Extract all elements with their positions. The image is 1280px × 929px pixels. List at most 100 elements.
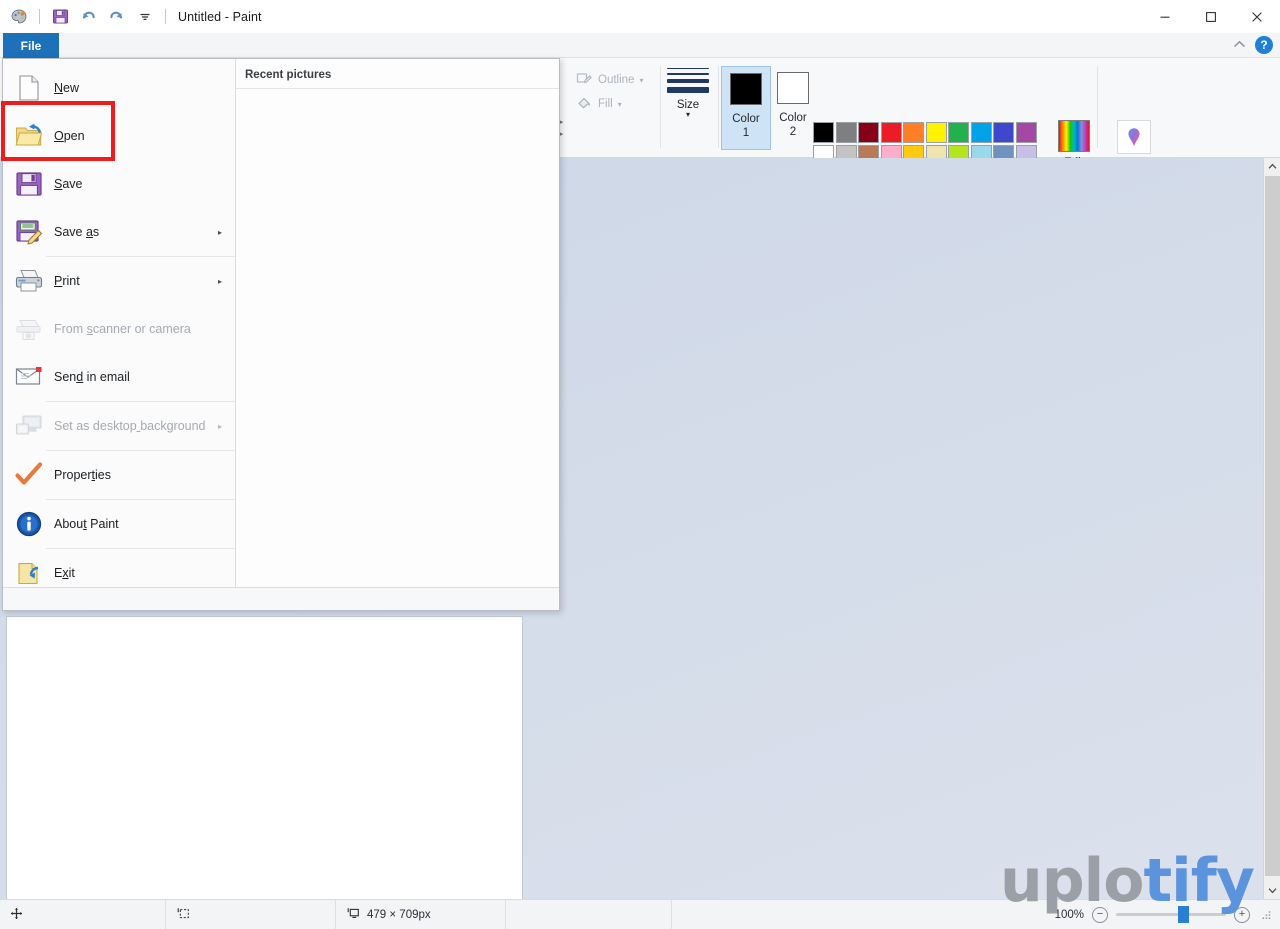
edit-colors-icon (1058, 120, 1090, 152)
menu-item-about-paint[interactable]: About Paint (3, 500, 235, 548)
color-2-button[interactable]: Color 2 (768, 66, 818, 150)
palette-row-1 (813, 122, 1038, 145)
menu-item-set-desktop-background: Set as desktop background ▸ (3, 402, 235, 450)
window-title: Untitled - Paint (178, 9, 262, 24)
palette-swatch-1-9[interactable] (993, 122, 1014, 143)
menu-item-label-open: Open (54, 129, 85, 143)
zoom-in-button[interactable]: + (1234, 906, 1250, 923)
menu-item-label-send-in-email: Send in email (54, 370, 130, 384)
outline-button[interactable]: Outline ▾ (576, 68, 656, 92)
ribbon-right-controls: ? (1233, 36, 1273, 54)
palette-swatch-1-2[interactable] (835, 122, 857, 143)
zoom-slider-track[interactable] (1116, 906, 1226, 923)
save-icon[interactable] (50, 6, 71, 27)
vertical-scrollbar[interactable] (1263, 158, 1280, 899)
collapse-ribbon-icon[interactable] (1233, 36, 1246, 54)
zoom-percent-label: 100% (1054, 908, 1084, 921)
menu-item-save[interactable]: Save (3, 160, 235, 208)
resize-grip-icon[interactable] (1260, 909, 1272, 921)
status-bar: 479 × 709px 100% − + (0, 899, 1280, 929)
submenu-arrow-icon: ▸ (217, 421, 222, 431)
scroll-down-icon[interactable] (1264, 882, 1280, 899)
title-divider (165, 9, 166, 24)
palette-swatch-1-5[interactable] (903, 122, 924, 143)
menu-item-print[interactable]: Print ▸ (3, 257, 235, 305)
paint-palette-icon[interactable] (8, 6, 29, 27)
save-as-icon (12, 215, 46, 249)
qat-divider (39, 9, 40, 24)
menu-item-open[interactable]: Open (3, 112, 235, 160)
menu-item-label-from-scanner: From scanner or camera (54, 322, 191, 336)
menu-item-send-in-email[interactable]: Send in email (3, 353, 235, 401)
new-document-icon (12, 71, 46, 105)
undo-icon[interactable] (78, 6, 99, 27)
menu-item-label-exit: Exit (54, 566, 75, 580)
help-icon[interactable]: ? (1255, 36, 1273, 54)
palette-swatch-1-8[interactable] (970, 122, 992, 143)
recent-pictures-panel: Recent pictures (236, 59, 559, 587)
menu-item-exit[interactable]: Exit (3, 549, 235, 597)
menu-item-new[interactable]: New (3, 64, 235, 112)
fill-button[interactable]: Fill ▾ (576, 92, 656, 116)
file-menu-body: New Open Save Save as ▸ Print ▸ From scanner or… (3, 59, 559, 587)
quick-access-toolbar (0, 6, 169, 27)
ribbon-tab-strip: File (0, 33, 1280, 58)
color-1-button[interactable]: Color 1 (721, 66, 771, 150)
scrollbar-thumb[interactable] (1265, 176, 1280, 876)
submenu-arrow-icon: ▸ (217, 227, 222, 237)
checkmark-icon (12, 458, 46, 492)
redo-icon[interactable] (106, 6, 127, 27)
floppy-disk-icon (12, 167, 46, 201)
status-spacer-cell (506, 899, 672, 929)
customize-qat-icon[interactable] (134, 6, 155, 27)
color-1-index: 1 (742, 127, 750, 139)
file-menu-list: New Open Save Save as ▸ Print ▸ From scanner or… (3, 59, 236, 587)
color-2-index: 2 (789, 126, 797, 138)
canvas-size-value: 479 × 709px (367, 908, 431, 921)
menu-item-label-print: Print (54, 274, 80, 288)
palette-swatch-1-4[interactable] (880, 122, 902, 143)
menu-item-label-save-as: Save as (54, 225, 100, 239)
submenu-arrow-icon: ▸ (217, 276, 222, 286)
drawing-canvas[interactable] (6, 616, 523, 929)
size-button[interactable]: Size ▾ (660, 64, 716, 119)
fill-icon (576, 94, 593, 114)
size-caret-icon[interactable]: ▾ (660, 111, 716, 119)
scanner-icon (12, 312, 46, 346)
menu-item-properties[interactable]: Properties (3, 451, 235, 499)
palette-swatch-1-7[interactable] (948, 122, 969, 143)
canvas-size-icon (346, 907, 360, 923)
open-folder-icon (12, 119, 46, 153)
exit-icon (12, 556, 46, 590)
title-bar: Untitled - Paint (0, 0, 1280, 33)
zoom-control: 100% − + (1052, 906, 1272, 923)
palette-swatch-1-10[interactable] (1015, 122, 1037, 143)
outline-caret-icon[interactable]: ▾ (639, 76, 643, 85)
fill-caret-icon[interactable]: ▾ (618, 100, 622, 109)
maximize-button[interactable] (1188, 0, 1234, 33)
menu-item-label-set-desktop-background: Set as desktop background (54, 419, 206, 433)
scroll-up-icon[interactable] (1264, 158, 1280, 175)
zoom-out-button[interactable]: − (1092, 906, 1108, 923)
zoom-slider-thumb[interactable] (1178, 906, 1189, 923)
ribbon-divider-2 (718, 66, 719, 148)
size-icon (667, 68, 709, 93)
ribbon-divider-3 (1097, 66, 1098, 148)
tab-file[interactable]: File (3, 33, 59, 58)
menu-item-save-as[interactable]: Save as ▸ (3, 208, 235, 256)
color-2-label: Color (779, 112, 807, 124)
palette-swatch-1-6[interactable] (925, 122, 947, 143)
cursor-position-icon (10, 907, 23, 923)
minimize-button[interactable] (1142, 0, 1188, 33)
recent-pictures-header: Recent pictures (236, 59, 559, 89)
file-menu-panel: New Open Save Save as ▸ Print ▸ From scanner or… (2, 58, 560, 611)
menu-item-label-save: Save (54, 177, 83, 191)
palette-swatch-1-3[interactable] (858, 122, 879, 143)
color-1-label: Color (732, 113, 760, 125)
menu-item-label-properties: Properties (54, 468, 111, 482)
info-icon (12, 507, 46, 541)
palette-swatch-1-1[interactable] (813, 122, 834, 143)
status-selection-cell (166, 899, 336, 929)
close-button[interactable] (1234, 0, 1280, 33)
shape-style-group: Outline ▾ Fill ▾ (576, 68, 656, 116)
